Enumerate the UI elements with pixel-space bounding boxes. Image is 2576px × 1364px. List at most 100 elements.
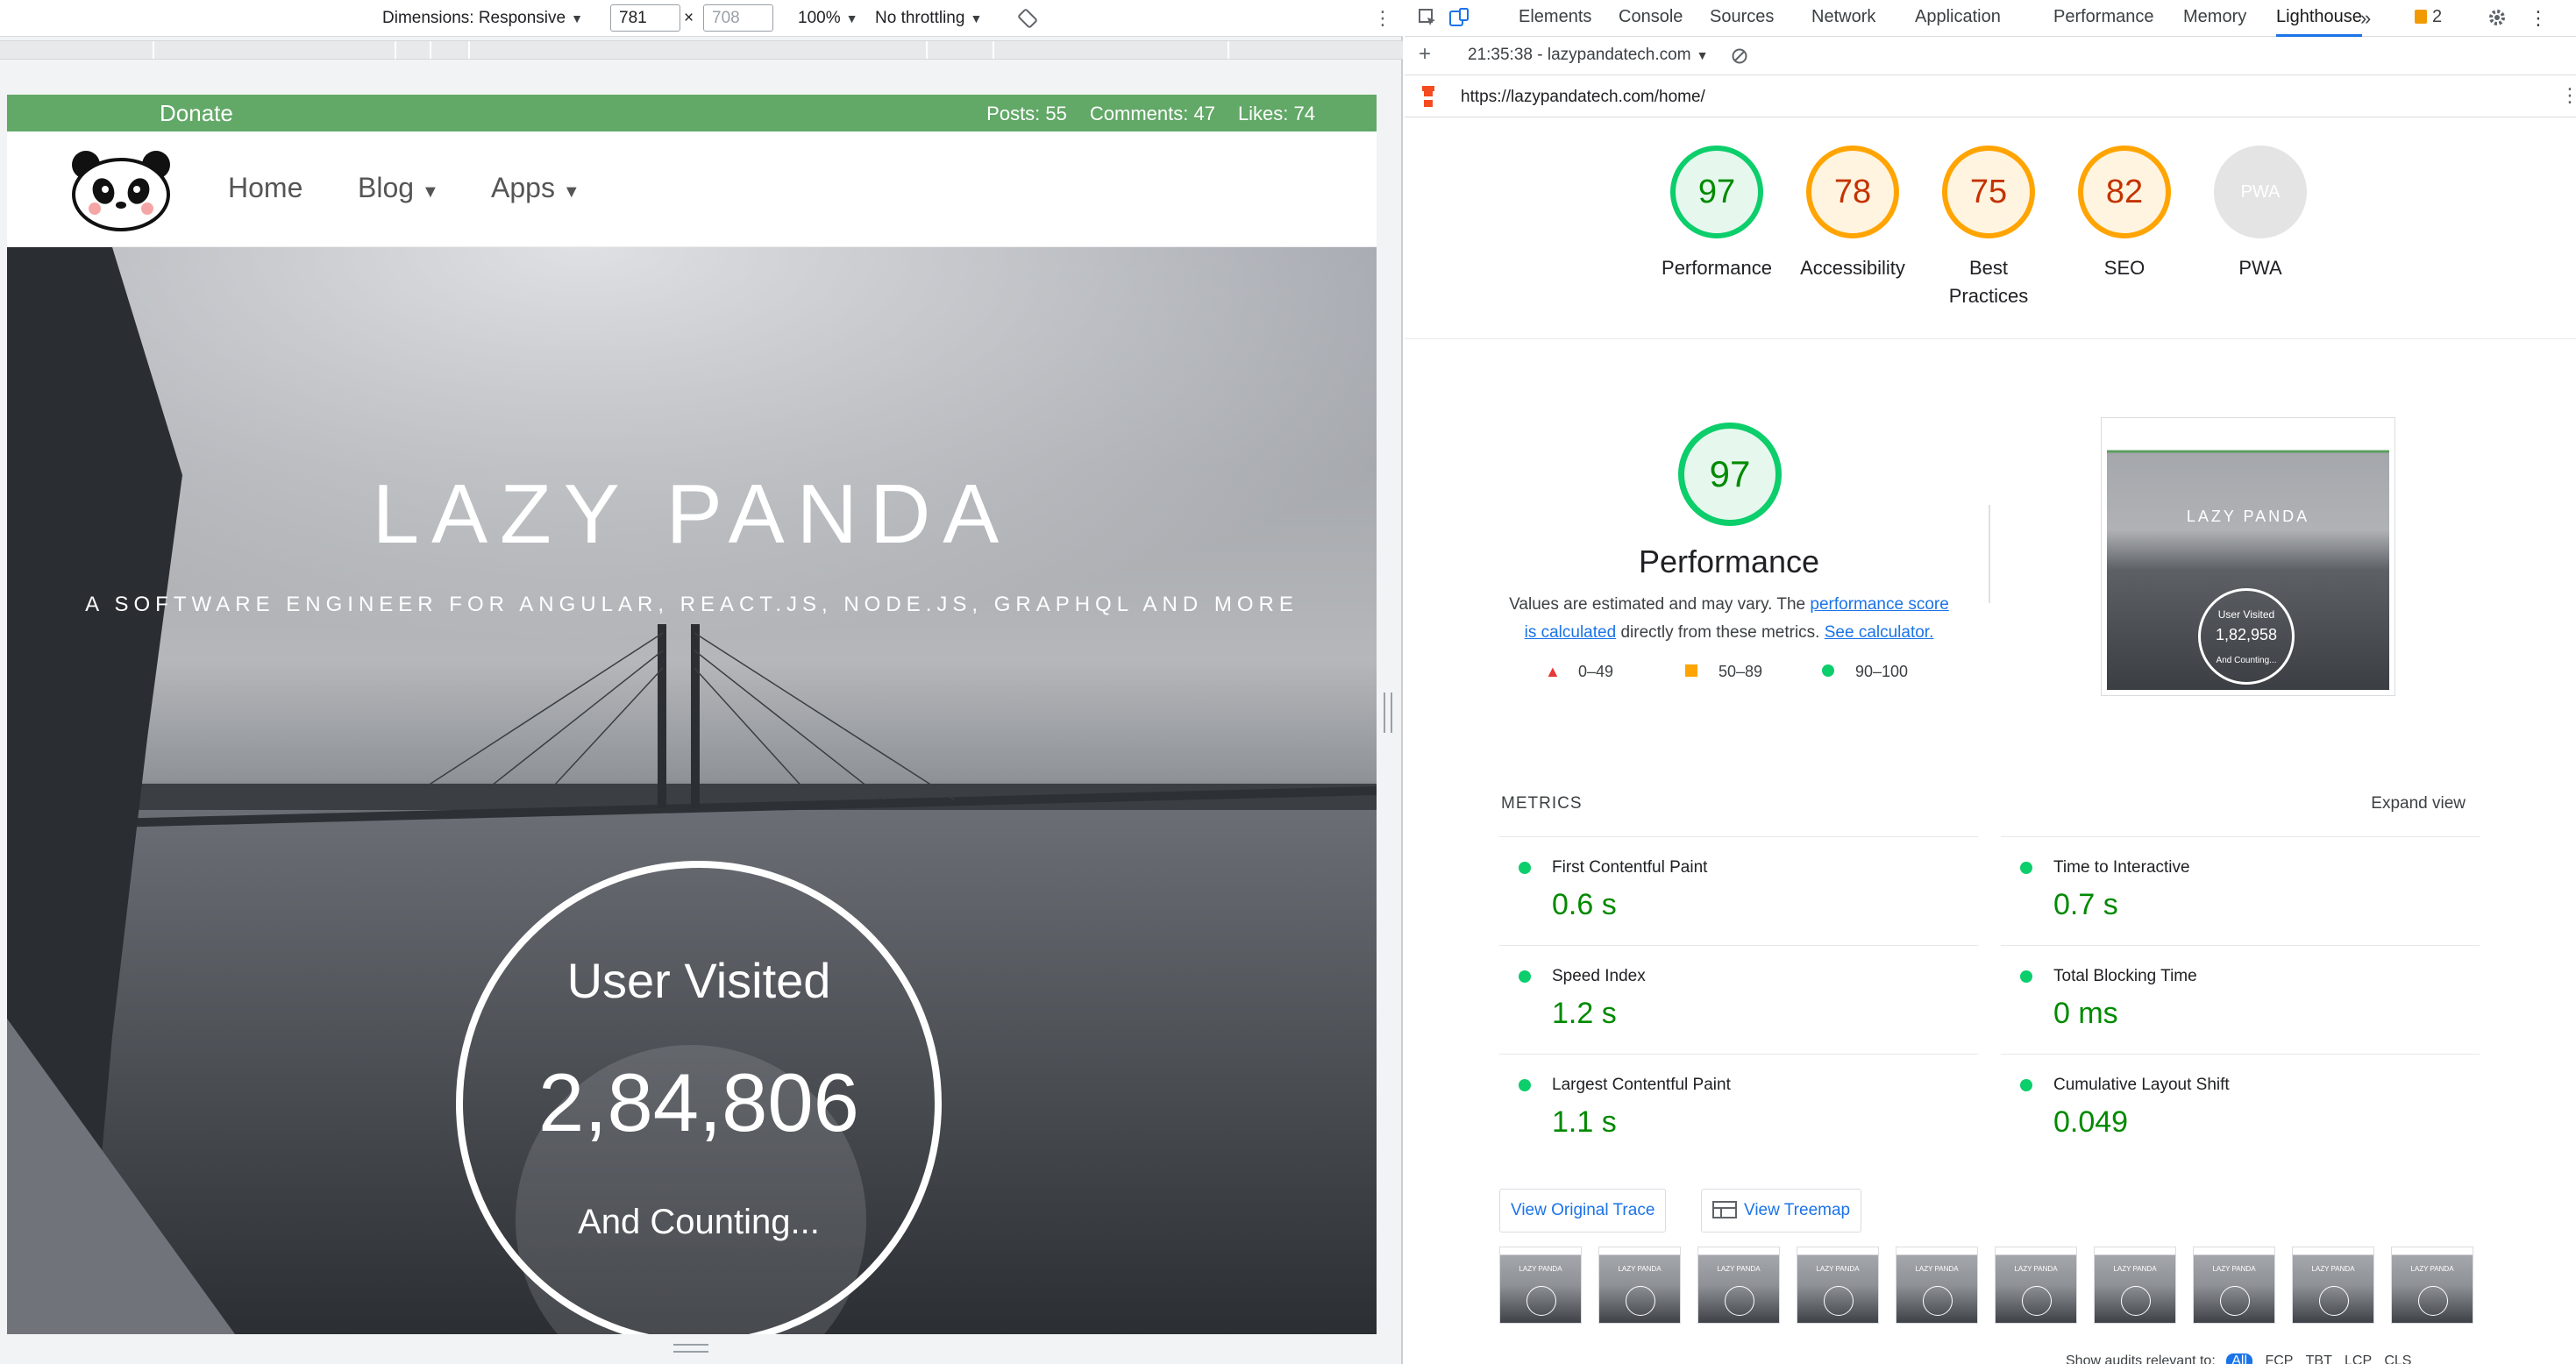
pass-circle-icon <box>1822 664 1834 677</box>
gauge-accessibility[interactable]: 78 Accessibility <box>1783 146 1923 282</box>
metric-value: 0.7 s <box>2053 888 2118 921</box>
metric-cls: Cumulative Layout Shift 0.049 <box>2001 1054 2480 1162</box>
nav-home[interactable]: Home <box>228 172 302 204</box>
gauge-best-practices[interactable]: 75 Best Practices <box>1918 146 2059 310</box>
gauge-label: Accessibility <box>1800 257 1905 279</box>
throttling-dropdown[interactable]: No throttling ▼ <box>875 8 982 29</box>
score-legend: ▲ 0–49 50–89 90–100 <box>1510 661 1966 687</box>
nav-blog[interactable]: Blog ▼ <box>358 172 439 204</box>
hero-subtitle: A SOFTWARE ENGINEER FOR ANGULAR, REACT.J… <box>85 593 1299 616</box>
issues-badge[interactable]: 2 <box>2415 7 2442 37</box>
gauge-label: Best Practices <box>1948 257 2029 307</box>
caret-down-icon: ▼ <box>1696 48 1709 62</box>
score-performance: 97 <box>1670 146 1763 238</box>
frame-title: LAZY PANDA <box>1717 1265 1761 1273</box>
pass-circle-icon <box>1519 1079 1531 1091</box>
donate-link[interactable]: Donate <box>160 100 233 127</box>
filmstrip-frame: LAZY PANDA <box>2193 1247 2275 1324</box>
filter-fcp[interactable]: FCP <box>2265 1353 2293 1364</box>
tab-sources[interactable]: Sources <box>1710 7 1774 37</box>
device-toolbar: Dimensions: Responsive ▼ 781 × 708 100% ▼ … <box>0 0 1403 37</box>
divider <box>1989 505 1990 603</box>
metric-fcp: First Contentful Paint 0.6 s <box>1499 836 1978 945</box>
filmstrip-frame: LAZY PANDA <box>1896 1247 1978 1324</box>
nav-apps[interactable]: Apps ▼ <box>491 172 580 204</box>
tab-performance[interactable]: Performance <box>2053 7 2154 37</box>
vertical-dots-icon[interactable]: ⋮ <box>2529 7 2548 37</box>
view-treemap-button[interactable]: View Treemap <box>1701 1189 1862 1233</box>
gauge-performance[interactable]: 97 Performance <box>1647 146 1787 282</box>
vertical-dots-icon[interactable]: ⋮ <box>2560 84 2576 107</box>
dimension-separator: × <box>684 9 694 27</box>
tab-elements[interactable]: Elements <box>1519 7 1591 37</box>
inspect-element-icon[interactable] <box>1417 7 1438 28</box>
zoom-label: 100% <box>798 9 841 27</box>
filter-cls[interactable]: CLS <box>2384 1353 2411 1364</box>
audited-url[interactable]: https://lazypandatech.com/home/ <box>1461 88 1705 107</box>
score-best-practices: 75 <box>1942 146 2035 238</box>
metric-lcp: Largest Contentful Paint 1.1 s <box>1499 1054 1978 1162</box>
lighthouse-report: 97 Performance 78 Accessibility 75 Best … <box>1405 117 2576 1364</box>
filter-all[interactable]: All <box>2226 1353 2252 1364</box>
height-resize-handle[interactable] <box>673 1344 708 1353</box>
gauge-label: Performance <box>1662 257 1772 279</box>
filter-lcp[interactable]: LCP <box>2345 1353 2372 1364</box>
screenshot-visit-label: User Visited <box>2217 608 2275 621</box>
nav-blog-label: Blog <box>358 172 415 203</box>
hero-title: LAZY PANDA <box>372 467 1012 561</box>
media-query-ruler[interactable] <box>0 40 1403 60</box>
tab-console[interactable]: Console <box>1619 7 1683 37</box>
rotate-icon[interactable] <box>1017 8 1038 29</box>
posts-count: Posts: 55 <box>986 103 1067 124</box>
caret-down-icon: ▼ <box>421 182 439 202</box>
fail-triangle-icon: ▲ <box>1545 663 1561 680</box>
filmstrip-frame: LAZY PANDA <box>1499 1247 1582 1324</box>
comments-count: Comments: 47 <box>1089 103 1215 124</box>
screenshot-visit-sub: And Counting... <box>2216 656 2277 665</box>
final-screenshot[interactable]: LAZY PANDA User Visited 1,82,958 And Cou… <box>2101 417 2395 696</box>
visit-label: User Visited <box>566 953 831 1008</box>
zoom-dropdown[interactable]: 100% ▼ <box>798 8 857 29</box>
metric-value: 0.6 s <box>1552 888 1617 921</box>
tab-network[interactable]: Network <box>1811 7 1875 37</box>
metric-name: Speed Index <box>1552 967 1646 985</box>
add-report-icon[interactable]: + <box>1419 42 1431 67</box>
view-original-trace-button[interactable]: View Original Trace <box>1499 1189 1667 1233</box>
frame-title: LAZY PANDA <box>2311 1265 2355 1273</box>
issues-count: 2 <box>2432 7 2443 26</box>
treemap-icon <box>1712 1201 1737 1218</box>
gauge-seo[interactable]: 82 SEO <box>2054 146 2195 282</box>
width-input[interactable]: 781 <box>610 4 680 32</box>
devtools-tabbar: Elements Console Sources Network Applica… <box>1405 0 2576 37</box>
filter-tbt[interactable]: TBT <box>2306 1353 2332 1364</box>
gauge-pwa[interactable]: PWA PWA <box>2190 146 2330 282</box>
tab-memory[interactable]: Memory <box>2183 7 2246 37</box>
height-input[interactable]: 708 <box>703 4 773 32</box>
pass-circle-icon <box>1519 862 1531 874</box>
metric-name: Largest Contentful Paint <box>1552 1076 1731 1094</box>
dimensions-dropdown[interactable]: Dimensions: Responsive ▼ <box>382 8 583 29</box>
device-toggle-icon[interactable] <box>1448 7 1469 28</box>
score-accessibility: 78 <box>1806 146 1899 238</box>
panda-logo[interactable] <box>68 147 174 231</box>
see-calculator-link[interactable]: See calculator. <box>1825 623 1934 642</box>
clear-icon[interactable] <box>1731 47 1748 65</box>
legend-fail: 0–49 <box>1578 663 1614 680</box>
tab-application[interactable]: Application <box>1915 7 2001 37</box>
width-resize-handle[interactable] <box>1384 693 1392 733</box>
pwa-badge-icon: PWA <box>2214 146 2307 238</box>
expand-view-toggle[interactable]: Expand view <box>2371 794 2466 813</box>
vertical-dots-icon[interactable]: ⋮ <box>1373 8 1392 29</box>
devtools-panel: Elements Console Sources Network Applica… <box>1405 0 2576 1364</box>
report-selector[interactable]: 21:35:38 - lazypandatech.com ▼ <box>1468 46 1708 65</box>
tab-lighthouse[interactable]: Lighthouse <box>2276 7 2362 37</box>
perf-desc-text: Values are estimated and may vary. The <box>1509 595 1811 614</box>
site-navbar: Home Blog ▼ Apps ▼ <box>7 131 1377 247</box>
more-tabs-icon[interactable]: » <box>2360 7 2371 37</box>
metric-tbt: Total Blocking Time 0 ms <box>2001 945 2480 1054</box>
warning-icon <box>2415 10 2427 24</box>
frame-title: LAZY PANDA <box>2410 1265 2454 1273</box>
gear-icon[interactable] <box>2487 7 2508 28</box>
caret-down-icon: ▼ <box>970 11 983 25</box>
visit-count: 2,84,806 <box>538 1056 859 1148</box>
